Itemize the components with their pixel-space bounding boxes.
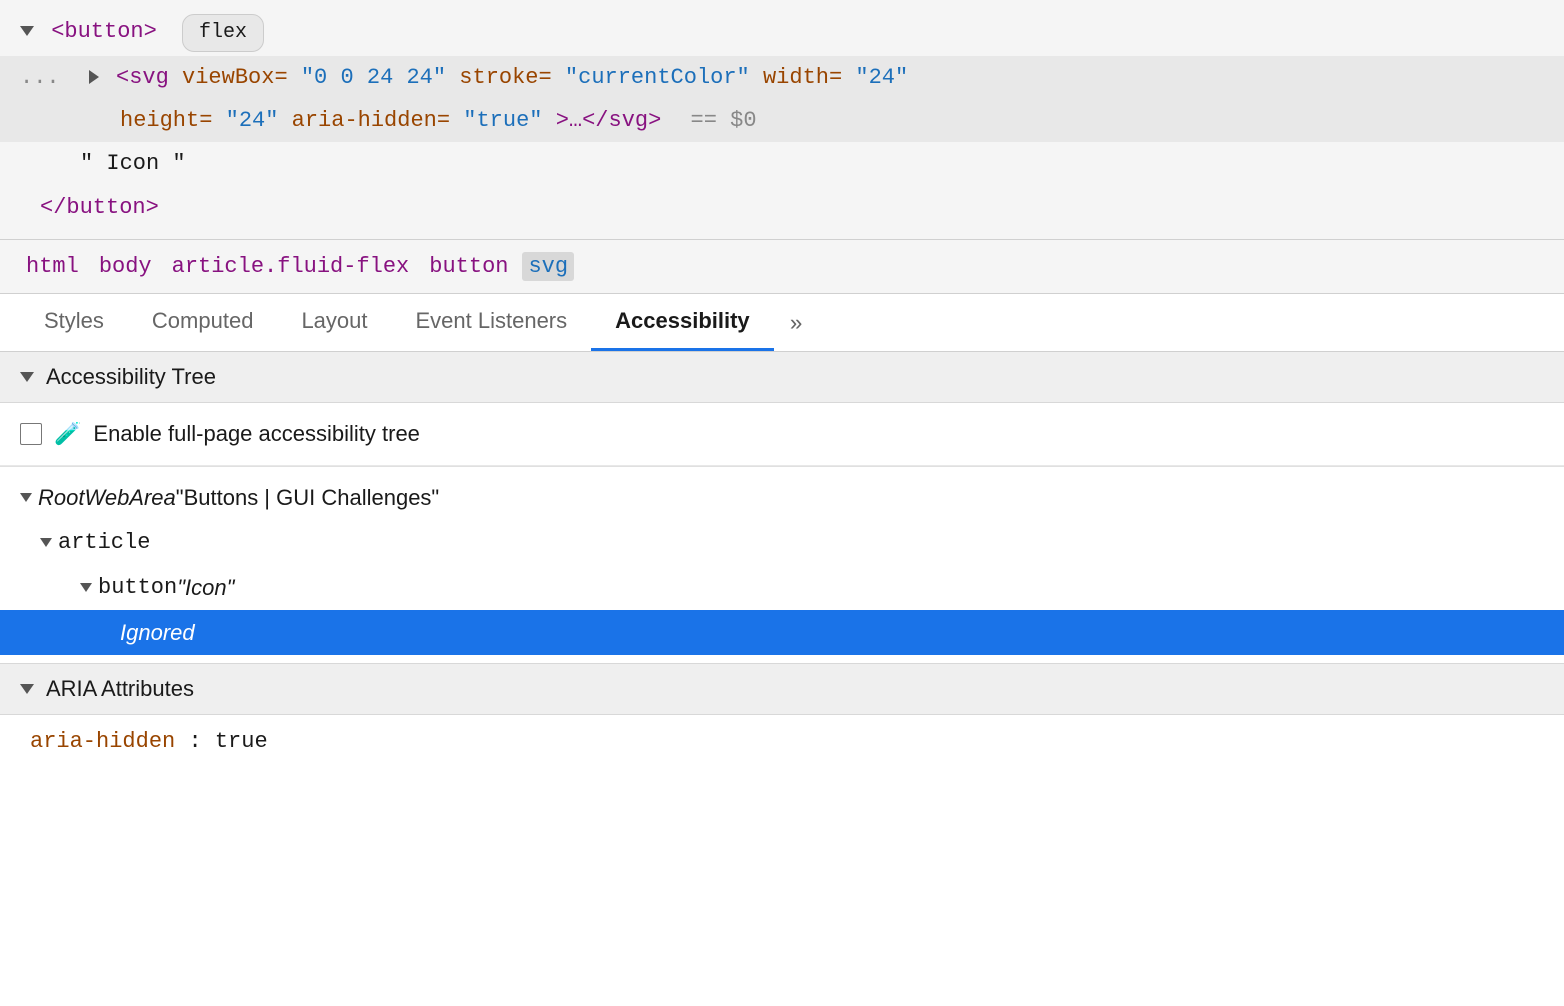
stroke-val: "currentColor" <box>565 65 750 90</box>
dom-line-button-close: </button> <box>0 186 1564 229</box>
button-label: button <box>98 571 177 604</box>
aria-attributes-header[interactable]: ARIA Attributes <box>0 664 1564 715</box>
aria-hidden-key: aria-hidden <box>30 729 175 754</box>
rootwebarea-type: RootWebArea <box>38 481 176 514</box>
dom-inspector: <button> flex ... <svg viewBox= "0 0 24 … <box>0 0 1564 240</box>
flex-badge: flex <box>182 14 264 52</box>
svg-tag: <svg <box>116 65 169 90</box>
ellipsis: ... <box>20 65 60 90</box>
article-label: article <box>58 526 150 559</box>
width-attr: width= <box>763 65 842 90</box>
breadcrumb-svg[interactable]: svg <box>522 252 574 281</box>
aria-section-triangle-icon <box>20 684 34 694</box>
enable-full-page-label: Enable full-page accessibility tree <box>93 421 420 447</box>
tree-item-button[interactable]: button "Icon" <box>0 565 1564 610</box>
aria-hidden-attr: aria-hidden= <box>292 108 450 133</box>
breadcrumb-article[interactable]: article.fluid-flex <box>166 252 416 281</box>
tree-item-rootwebarea[interactable]: RootWebArea "Buttons | GUI Challenges" <box>0 475 1564 520</box>
ignored-label: Ignored <box>120 616 195 649</box>
breadcrumb-body[interactable]: body <box>93 252 158 281</box>
flask-icon: 🧪 <box>54 421 81 447</box>
viewbox-attr: viewBox= <box>182 65 288 90</box>
tabs-bar: Styles Computed Layout Event Listeners A… <box>0 294 1564 352</box>
breadcrumb: html body article.fluid-flex button svg <box>0 240 1564 294</box>
dom-line-button-open[interactable]: <button> flex <box>0 10 1564 56</box>
aria-hidden-row: aria-hidden : true <box>0 715 1564 768</box>
accessibility-tree-label: Accessibility Tree <box>46 364 216 390</box>
svg-close: >…</svg> <box>556 108 662 133</box>
accessibility-tree-header[interactable]: Accessibility Tree <box>0 352 1564 403</box>
rootwebarea-name: "Buttons | GUI Challenges" <box>176 481 439 514</box>
triangle-down-icon <box>20 26 34 36</box>
aria-section: ARIA Attributes aria-hidden : true <box>0 663 1564 768</box>
enable-full-page-row[interactable]: 🧪 Enable full-page accessibility tree <box>0 403 1564 466</box>
aria-attributes-label: ARIA Attributes <box>46 676 194 702</box>
accessibility-tree-content: RootWebArea "Buttons | GUI Challenges" a… <box>0 467 1564 663</box>
breadcrumb-html[interactable]: html <box>20 252 85 281</box>
aria-hidden-val: "true" <box>463 108 542 133</box>
chevron-button-icon <box>80 583 92 592</box>
button-name: "Icon" <box>177 571 234 604</box>
dom-line-svg[interactable]: ... <svg viewBox= "0 0 24 24" stroke= "c… <box>0 56 1564 99</box>
breadcrumb-button[interactable]: button <box>423 252 514 281</box>
dom-line-svg-cont: height= "24" aria-hidden= "true" >…</svg… <box>0 99 1564 142</box>
icon-text-node: " Icon " <box>80 151 186 176</box>
stroke-attr: stroke= <box>459 65 551 90</box>
dollar-ref: == $0 <box>691 108 757 133</box>
chevron-article-icon <box>40 538 52 547</box>
dom-line-icon-text: " Icon " <box>0 142 1564 185</box>
tab-computed[interactable]: Computed <box>128 294 278 351</box>
tab-styles[interactable]: Styles <box>20 294 128 351</box>
triangle-right-icon <box>89 70 99 84</box>
viewbox-val: "0 0 24 24" <box>301 65 446 90</box>
tab-layout[interactable]: Layout <box>277 294 391 351</box>
tab-accessibility[interactable]: Accessibility <box>591 294 774 351</box>
chevron-rootwebarea-icon <box>20 493 32 502</box>
height-attr: height= <box>120 108 212 133</box>
enable-full-page-checkbox[interactable] <box>20 423 42 445</box>
aria-hidden-value: : true <box>188 729 267 754</box>
main-panel: Accessibility Tree 🧪 Enable full-page ac… <box>0 352 1564 768</box>
tree-item-article[interactable]: article <box>0 520 1564 565</box>
width-val: "24" <box>855 65 908 90</box>
button-tag-open: <button> <box>51 19 157 44</box>
tab-event-listeners[interactable]: Event Listeners <box>392 294 592 351</box>
tree-item-ignored[interactable]: Ignored <box>0 610 1564 655</box>
tab-more[interactable]: » <box>774 298 819 351</box>
section-triangle-icon <box>20 372 34 382</box>
height-val: "24" <box>226 108 279 133</box>
button-tag-close: </button> <box>40 195 159 220</box>
